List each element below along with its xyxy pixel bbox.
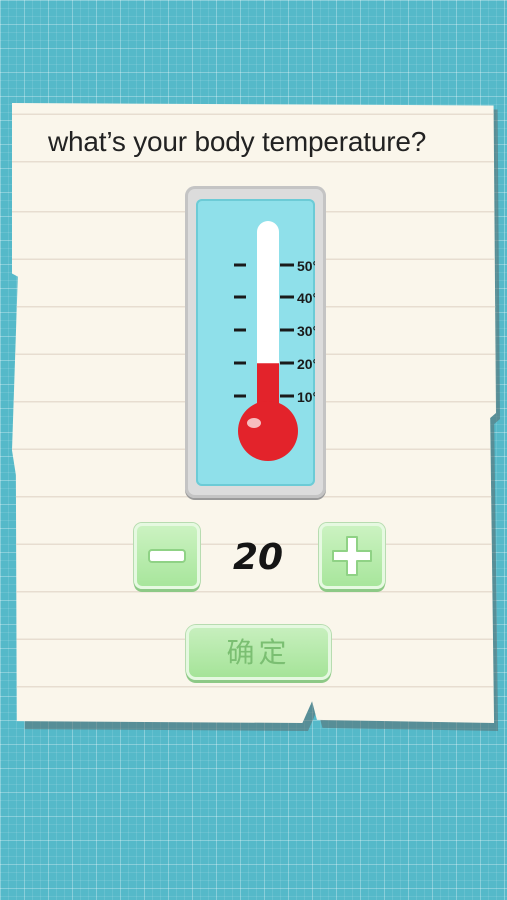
scale-label: 50° — [297, 258, 315, 274]
temperature-value: 20 — [232, 537, 284, 578]
increase-button[interactable] — [319, 523, 385, 589]
scale-label: 20° — [297, 356, 315, 372]
bulb-highlight — [247, 418, 261, 428]
thermometer-icon: 50° 40° 30° 20° 10° — [234, 221, 315, 461]
scale-labels: 50° 40° 30° 20° 10° — [297, 258, 315, 405]
scale-label: 40° — [297, 290, 315, 306]
scale-label: 10° — [297, 389, 315, 405]
plus-icon — [332, 536, 372, 576]
thermometer-bulb — [238, 401, 298, 461]
scale-label: 30° — [297, 323, 315, 339]
thermometer-panel: 50° 40° 30° 20° 10° — [185, 186, 326, 498]
thermometer-background: 50° 40° 30° 20° 10° — [196, 199, 315, 486]
minus-icon — [148, 549, 186, 563]
decrease-button[interactable] — [134, 523, 200, 589]
confirm-button[interactable]: 确定 — [186, 625, 331, 680]
question-text: what’s your body temperature? — [48, 126, 427, 157]
